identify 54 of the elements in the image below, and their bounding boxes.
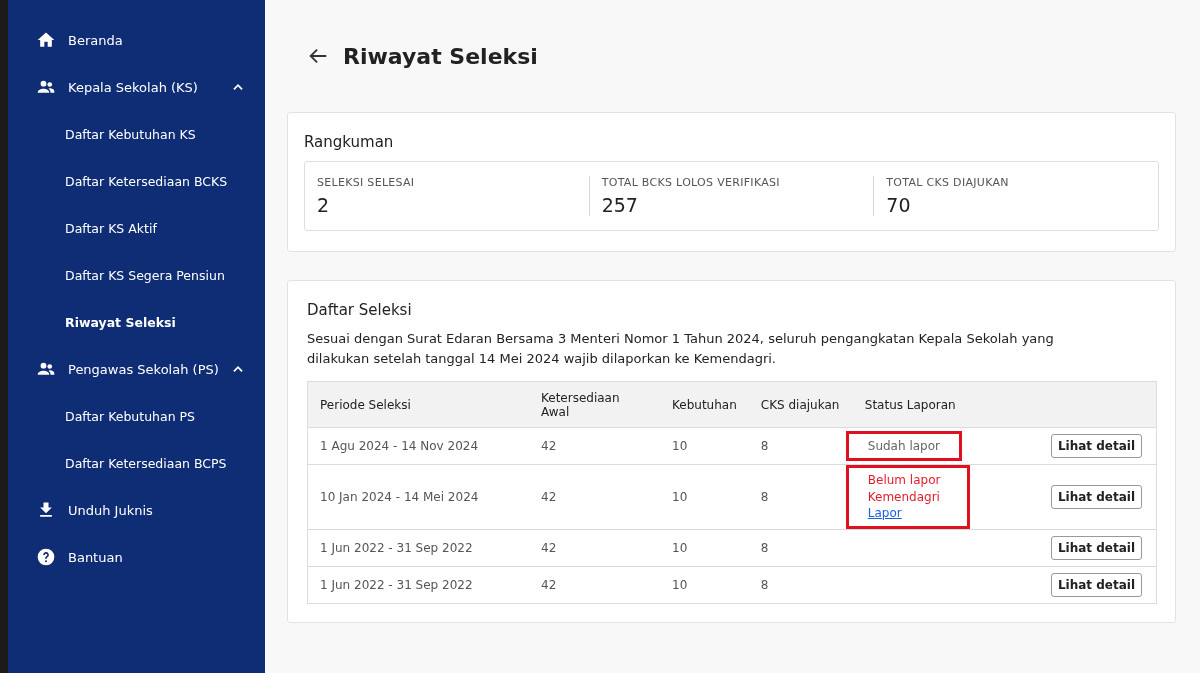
table-cell: 10 <box>660 529 749 566</box>
table-cell: 10 Jan 2024 - 14 Mei 2024 <box>307 464 529 529</box>
column-header: Periode Seleksi <box>307 381 529 428</box>
table-cell: 8 <box>748 464 853 529</box>
table-cell: 1 Jun 2022 - 31 Sep 2022 <box>307 529 529 566</box>
sidebar-item[interactable]: Daftar KS Aktif <box>8 206 265 250</box>
sidebar-item[interactable]: Daftar KS Segera Pensiun <box>8 253 265 297</box>
sidebar-item[interactable]: Daftar Kebutuhan PS <box>8 394 265 438</box>
stat-label: TOTAL CKS DIAJUKAN <box>886 176 1010 189</box>
table-cell: 8 <box>748 566 853 603</box>
table-cell: 10 <box>660 566 749 603</box>
table-cell: 10 <box>660 427 749 465</box>
report-link[interactable]: Lapor <box>867 506 902 520</box>
column-header: Kebutuhan <box>660 381 749 428</box>
sidebar-item[interactable]: Bantuan <box>8 535 265 579</box>
description-text: Sesuai dengan Surat Edaran Bersama 3 Menteri Nomor 1 Tahun 2024, seluruh pengangkatan Kepala Sekolah yang dilakukan setelah tanggal 14 Mei 2024 wajib dilaporkan ke Kemendagri. <box>307 330 1055 368</box>
detail-button[interactable]: Lihat detail <box>1050 434 1142 458</box>
detail-button[interactable]: Lihat detail <box>1050 484 1142 509</box>
table-cell: 10 <box>660 464 749 529</box>
table-cell: 42 <box>529 427 660 465</box>
sidebar-group[interactable]: Kepala Sekolah (KS) <box>8 65 265 109</box>
sidebar-item[interactable]: Unduh Juknis <box>8 488 265 532</box>
stat-label: TOTAL BCKS LOLOS VERIFIKASI <box>601 176 781 189</box>
stat-label: SELEKSI SELESAI <box>317 176 416 189</box>
card-title: Daftar Seleksi <box>307 301 413 319</box>
sidebar-item[interactable]: Riwayat Seleksi <box>8 300 265 344</box>
card-title: Rangkuman <box>304 133 395 151</box>
group-label: Kepala Sekolah (KS) <box>68 79 198 95</box>
page-title: Riwayat Seleksi <box>343 43 538 69</box>
group-label: Pengawas Sekolah (PS) <box>68 361 219 377</box>
detail-button[interactable]: Lihat detail <box>1050 535 1142 560</box>
sidebar-item[interactable]: Daftar Ketersediaan BCPS <box>8 441 265 485</box>
stat-value: 257 <box>601 194 639 216</box>
table-cell: 42 <box>529 566 660 603</box>
column-header: Ketersediaan Awal <box>529 381 660 428</box>
detail-button[interactable]: Lihat detail <box>1050 572 1142 597</box>
help-icon <box>36 547 56 567</box>
sidebar-item[interactable]: Daftar Kebutuhan KS <box>8 112 265 156</box>
status-text: Sudah lapor <box>845 430 962 462</box>
sidebar-item[interactable]: Daftar Ketersediaan BCKS <box>8 159 265 203</box>
column-header: Status Laporan <box>852 381 982 428</box>
table-cell: 42 <box>529 464 660 529</box>
table-cell: 1 Agu 2024 - 14 Nov 2024 <box>307 427 529 465</box>
table-cell: 1 Jun 2022 - 31 Sep 2022 <box>307 566 529 603</box>
status-text: Belum lapor Kemendagri <box>867 472 942 505</box>
sidebar-group[interactable]: Pengawas Sekolah (PS) <box>8 347 265 391</box>
stat-value: 2 <box>317 194 331 216</box>
sidebar-item[interactable]: Beranda <box>8 18 265 62</box>
table-cell: 8 <box>748 427 853 465</box>
home-icon <box>36 30 56 50</box>
stat-value: 70 <box>886 194 912 216</box>
table-cell: 42 <box>529 529 660 566</box>
column-header: CKS diajukan <box>748 381 853 428</box>
table-cell: 8 <box>748 529 853 566</box>
